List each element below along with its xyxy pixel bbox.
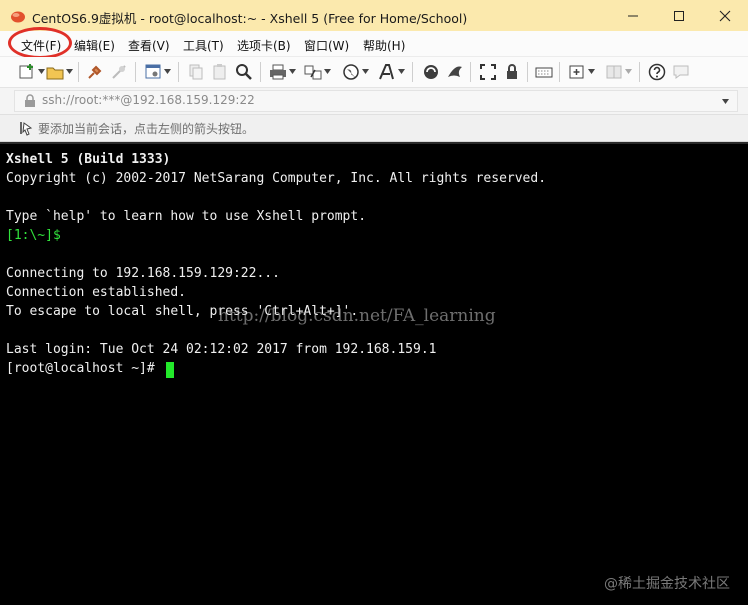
toolbar-separator <box>527 62 528 82</box>
session-hint-bar: 要添加当前会话，点击左侧的箭头按钮。 <box>0 115 748 142</box>
minimize-button[interactable] <box>610 0 656 31</box>
address-bar: ssh://root:***@192.168.159.129:22 <box>0 88 748 115</box>
juejin-watermark: @稀土掘金技术社区 <box>604 576 730 592</box>
file-menu-highlight-circle <box>8 27 72 59</box>
lock-icon <box>507 64 517 79</box>
chat-button[interactable] <box>671 62 691 82</box>
globe-icon <box>343 64 359 80</box>
toolbar-separator <box>260 62 261 82</box>
chevron-down-icon[interactable] <box>722 99 729 104</box>
print-button[interactable] <box>268 62 288 82</box>
minimize-icon <box>628 15 638 17</box>
chevron-down-icon[interactable] <box>398 69 405 74</box>
terminal-area[interactable]: Xshell 5 (Build 1333) Copyright (c) 2002… <box>0 142 748 605</box>
toolbar <box>0 57 748 88</box>
copy-button[interactable] <box>186 62 206 82</box>
font-button[interactable] <box>377 62 397 82</box>
terminal-line-shell-prompt: [root@localhost ~]# <box>6 361 163 376</box>
maximize-button[interactable] <box>656 0 702 31</box>
terminal-line-help: Type `help' to learn how to use Xshell p… <box>6 209 367 224</box>
xshell-window: CentOS6.9虚拟机 - root@localhost:~ - Xshell… <box>0 0 748 605</box>
toolbar-separator <box>178 62 179 82</box>
address-value: ssh://root:***@192.168.159.129:22 <box>42 93 255 107</box>
close-icon <box>719 10 731 22</box>
csdn-watermark: http://blog.csdn.net/FA_learning <box>218 306 496 326</box>
toolbar-separator <box>470 62 471 82</box>
new-session-icon <box>19 64 33 79</box>
new-tab-icon <box>569 65 584 79</box>
fullscreen-button[interactable] <box>478 62 498 82</box>
toolbar-separator <box>559 62 560 82</box>
terminal-line-local-prompt: [1:\~]$ <box>6 228 61 243</box>
toolbar-separator <box>135 62 136 82</box>
terminal-line-copyright: Copyright (c) 2002-2017 NetSarang Comput… <box>6 171 547 186</box>
help-icon <box>648 63 666 81</box>
print-icon <box>270 64 286 80</box>
toolbar-separator <box>639 62 640 82</box>
address-field[interactable]: ssh://root:***@192.168.159.129:22 <box>14 90 738 112</box>
chevron-down-icon[interactable] <box>625 69 632 74</box>
layout-button[interactable] <box>604 62 624 82</box>
properties-icon <box>145 64 161 79</box>
menu-tools[interactable]: 工具(T) <box>183 37 224 54</box>
close-button[interactable] <box>702 0 748 31</box>
chevron-down-icon[interactable] <box>324 69 331 74</box>
transfer-button[interactable] <box>303 62 323 82</box>
chevron-down-icon[interactable] <box>289 69 296 74</box>
disconnect-icon <box>112 65 126 79</box>
menu-edit[interactable]: 编辑(E) <box>74 37 115 54</box>
disconnect-button[interactable] <box>109 62 129 82</box>
title-bar[interactable]: CentOS6.9虚拟机 - root@localhost:~ - Xshell… <box>0 0 748 32</box>
keyboard-button[interactable] <box>534 62 554 82</box>
menu-window[interactable]: 窗口(W) <box>304 37 349 54</box>
menu-bar: 文件(F) 编辑(E) 查看(V) 工具(T) 选项卡(B) 窗口(W) 帮助(… <box>0 31 748 57</box>
chevron-down-icon[interactable] <box>588 69 595 74</box>
help-button[interactable] <box>647 62 667 82</box>
add-session-arrow-icon[interactable] <box>18 119 34 136</box>
terminal-line-version: Xshell 5 (Build 1333) <box>6 152 171 167</box>
terminal-line-last-login: Last login: Tue Oct 24 02:12:02 2017 fro… <box>6 342 437 357</box>
xftp-icon <box>424 65 438 79</box>
chat-icon <box>673 65 689 79</box>
menu-tabs[interactable]: 选项卡(B) <box>237 37 291 54</box>
terminal-line-connecting: Connecting to 192.168.159.129:22... <box>6 266 280 281</box>
chevron-down-icon[interactable] <box>362 69 369 74</box>
chevron-down-icon[interactable] <box>164 69 171 74</box>
open-folder-icon <box>46 67 64 80</box>
toolbar-separator <box>78 62 79 82</box>
transfer-icon <box>304 65 322 80</box>
connect-button[interactable] <box>85 62 105 82</box>
copy-icon <box>189 64 203 80</box>
window-title: CentOS6.9虚拟机 - root@localhost:~ - Xshell… <box>32 11 468 26</box>
xagent-button[interactable] <box>445 62 465 82</box>
find-icon <box>236 64 252 80</box>
connect-icon <box>88 65 102 79</box>
terminal-cursor <box>166 362 174 378</box>
session-hint-text: 要添加当前会话，点击左侧的箭头按钮。 <box>38 122 255 136</box>
menu-view[interactable]: 查看(V) <box>128 37 170 54</box>
maximize-icon <box>674 11 684 21</box>
xftp-button[interactable] <box>421 62 441 82</box>
open-button[interactable] <box>45 62 65 82</box>
layout-icon <box>606 65 622 79</box>
new-tab-button[interactable] <box>567 62 587 82</box>
font-icon <box>379 64 394 80</box>
xshell-app-icon <box>11 11 25 23</box>
lock-icon <box>25 94 35 107</box>
xagent-icon <box>448 66 462 77</box>
terminal-line-established: Connection established. <box>6 285 187 300</box>
paste-icon <box>213 64 226 80</box>
keyboard-icon <box>535 67 553 78</box>
paste-button[interactable] <box>210 62 230 82</box>
new-session-button[interactable] <box>17 62 37 82</box>
chevron-down-icon[interactable] <box>38 69 45 74</box>
globe-button[interactable] <box>341 62 361 82</box>
fullscreen-icon <box>480 64 496 80</box>
menu-help[interactable]: 帮助(H) <box>363 37 405 54</box>
lock-button[interactable] <box>502 62 522 82</box>
properties-button[interactable] <box>143 62 163 82</box>
find-button[interactable] <box>234 62 254 82</box>
toolbar-separator <box>412 62 413 82</box>
chevron-down-icon[interactable] <box>66 69 73 74</box>
